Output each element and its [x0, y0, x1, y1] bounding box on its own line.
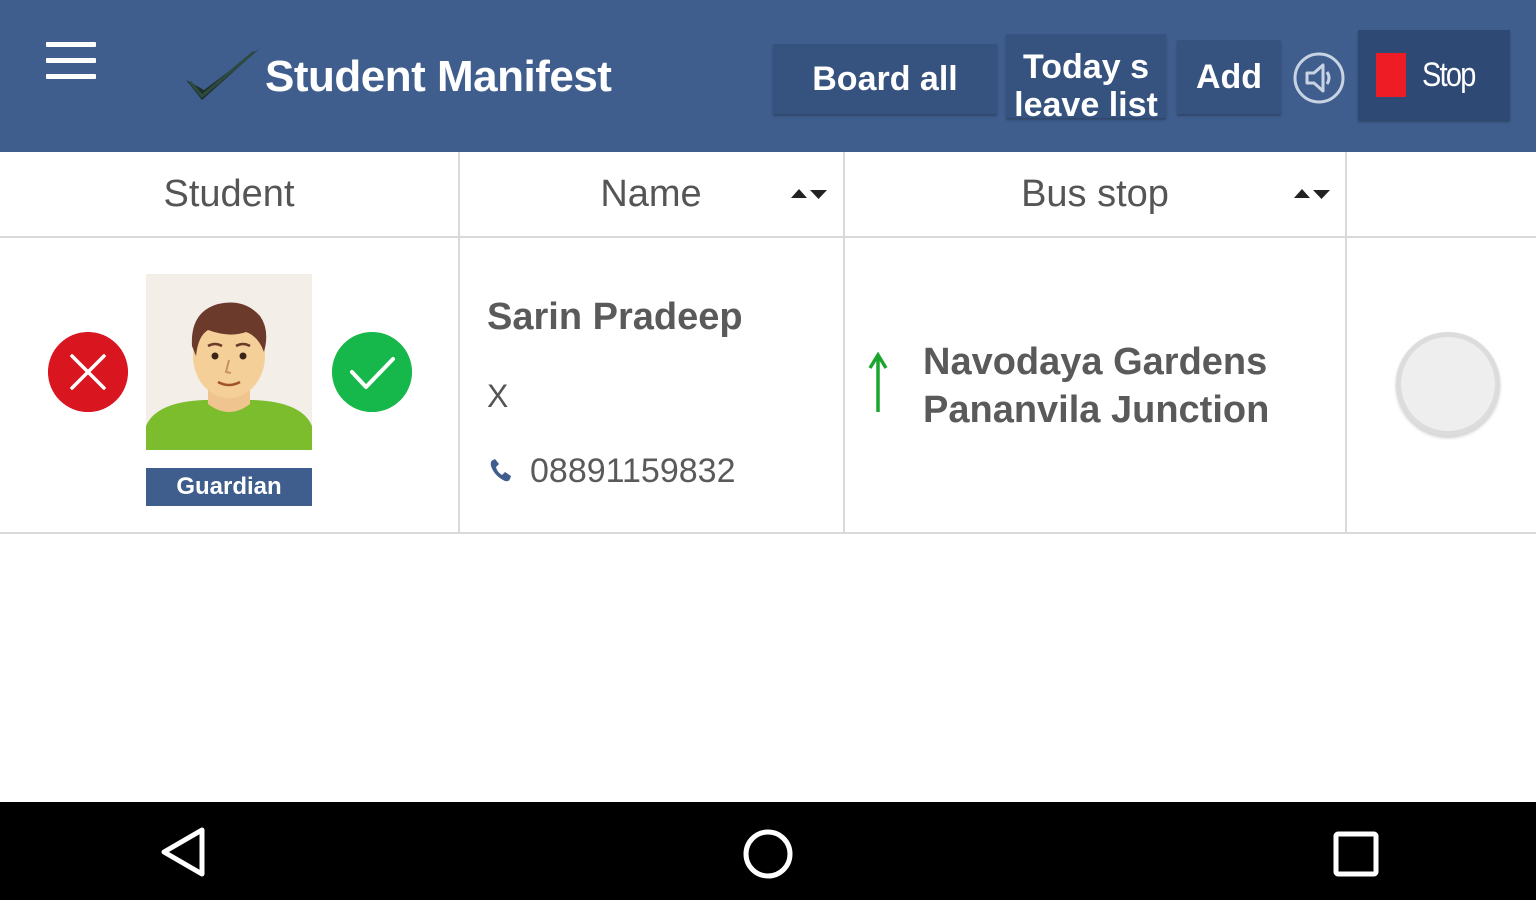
add-button[interactable]: Add: [1177, 40, 1281, 114]
board-all-button[interactable]: Board all: [773, 44, 997, 114]
column-header-student: Student: [163, 172, 295, 215]
app-bar: Student Manifest Board all Today s leave…: [0, 0, 1536, 152]
status-toggle[interactable]: [1396, 332, 1500, 436]
speaker-icon[interactable]: [1292, 51, 1346, 105]
todays-leave-list-button[interactable]: Today s leave list: [1006, 34, 1166, 118]
student-class: X: [487, 378, 509, 414]
close-icon[interactable]: [48, 332, 128, 412]
avatar-image: [146, 274, 312, 450]
stop-button[interactable]: Stop: [1358, 30, 1510, 120]
table-header: Student Name Bus stop: [0, 152, 1536, 238]
check-icon[interactable]: [332, 332, 412, 412]
bus-stop-name: Navodaya Gardens Pananvila Junction: [923, 338, 1269, 434]
bus-stop-line-1: Navodaya Gardens: [923, 341, 1268, 383]
checkmark-logo-icon: [186, 48, 260, 100]
stop-icon: [1376, 53, 1406, 97]
home-icon[interactable]: [742, 828, 794, 880]
menu-icon[interactable]: [44, 40, 98, 82]
table-row: Guardian Sarin Pradeep X 08891159832 Nav…: [0, 238, 1536, 534]
phone-icon: [490, 459, 511, 482]
app-title: Student Manifest: [265, 52, 612, 101]
column-header-bus-stop[interactable]: Bus stop: [845, 152, 1345, 236]
column-header-name[interactable]: Name: [460, 152, 842, 236]
stop-label: Stop: [1422, 55, 1476, 94]
bus-stop-line-2: Pananvila Junction: [923, 389, 1270, 431]
phone-number[interactable]: 08891159832: [530, 452, 735, 491]
system-nav-bar: [0, 802, 1536, 900]
guardian-button[interactable]: Guardian: [146, 468, 312, 506]
student-name: Sarin Pradeep: [487, 296, 743, 338]
sort-icon[interactable]: [1293, 186, 1331, 202]
arrow-up-icon: [868, 352, 888, 412]
recent-apps-icon[interactable]: [1332, 830, 1380, 878]
student-avatar[interactable]: [146, 274, 312, 450]
sort-icon[interactable]: [790, 186, 828, 202]
back-icon[interactable]: [158, 826, 208, 878]
